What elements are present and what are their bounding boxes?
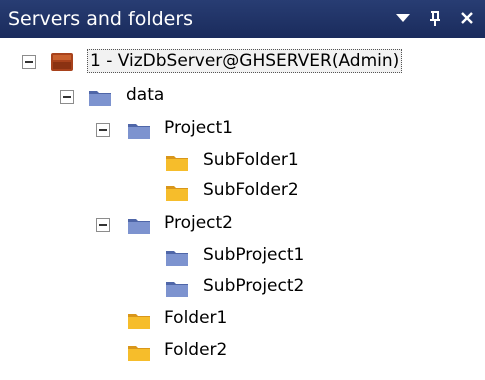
server-folder-tree: 1 - VizDbServer@GHSERVER(Admin) data Pro… (0, 38, 485, 380)
tree-node-label: Project1 (164, 118, 233, 138)
tree-node-server[interactable]: 1 - VizDbServer@GHSERVER(Admin) (0, 49, 485, 79)
tree-node-label: SubFolder2 (203, 180, 299, 200)
tree-node-label: Folder2 (164, 340, 228, 360)
blue-folder-icon (166, 251, 188, 266)
tree-node-label: Project2 (164, 213, 233, 233)
blue-folder-icon (128, 124, 150, 139)
yellow-folder-icon (128, 346, 150, 361)
blue-folder-icon (89, 91, 111, 106)
tree-node-data[interactable]: data (0, 84, 485, 114)
tree-node-folder1[interactable]: Folder1 (0, 307, 485, 337)
auto-hide-pin-button[interactable] (424, 7, 446, 29)
collapse-toggle[interactable] (96, 218, 110, 232)
tree-node-label: Folder1 (164, 308, 228, 328)
tree-node-folder2[interactable]: Folder2 (0, 339, 485, 369)
tree-node-project2[interactable]: Project2 (0, 212, 485, 242)
yellow-folder-icon (166, 186, 188, 201)
collapse-toggle[interactable] (96, 123, 110, 137)
tree-node-label: SubFolder1 (203, 150, 299, 170)
servers-and-folders-panel: Servers and folders 1 - VizDbServer@GHSE… (0, 0, 485, 380)
tree-node-subproject2[interactable]: SubProject2 (0, 275, 485, 305)
tree-node-label: SubProject2 (203, 276, 305, 296)
triangle-down-icon (396, 14, 410, 22)
collapse-toggle[interactable] (60, 90, 74, 104)
window-position-dropdown-button[interactable] (392, 7, 414, 29)
panel-title: Servers and folders (8, 8, 194, 30)
tree-node-project1[interactable]: Project1 (0, 117, 485, 147)
close-panel-button[interactable] (456, 7, 478, 29)
close-icon (461, 12, 473, 24)
yellow-folder-icon (128, 314, 150, 329)
tree-node-subproject1[interactable]: SubProject1 (0, 244, 485, 274)
tree-node-label: data (126, 85, 165, 105)
blue-folder-icon (128, 219, 150, 234)
tree-node-subfolder1[interactable]: SubFolder1 (0, 149, 485, 179)
server-icon (51, 53, 73, 71)
yellow-folder-icon (166, 156, 188, 171)
tree-node-label: 1 - VizDbServer@GHSERVER(Admin) (87, 49, 403, 73)
tree-node-subfolder2[interactable]: SubFolder2 (0, 179, 485, 209)
tree-node-label: SubProject1 (203, 245, 305, 265)
blue-folder-icon (166, 282, 188, 297)
panel-titlebar: Servers and folders (0, 0, 485, 38)
collapse-toggle[interactable] (22, 55, 36, 69)
pin-icon (430, 11, 440, 26)
